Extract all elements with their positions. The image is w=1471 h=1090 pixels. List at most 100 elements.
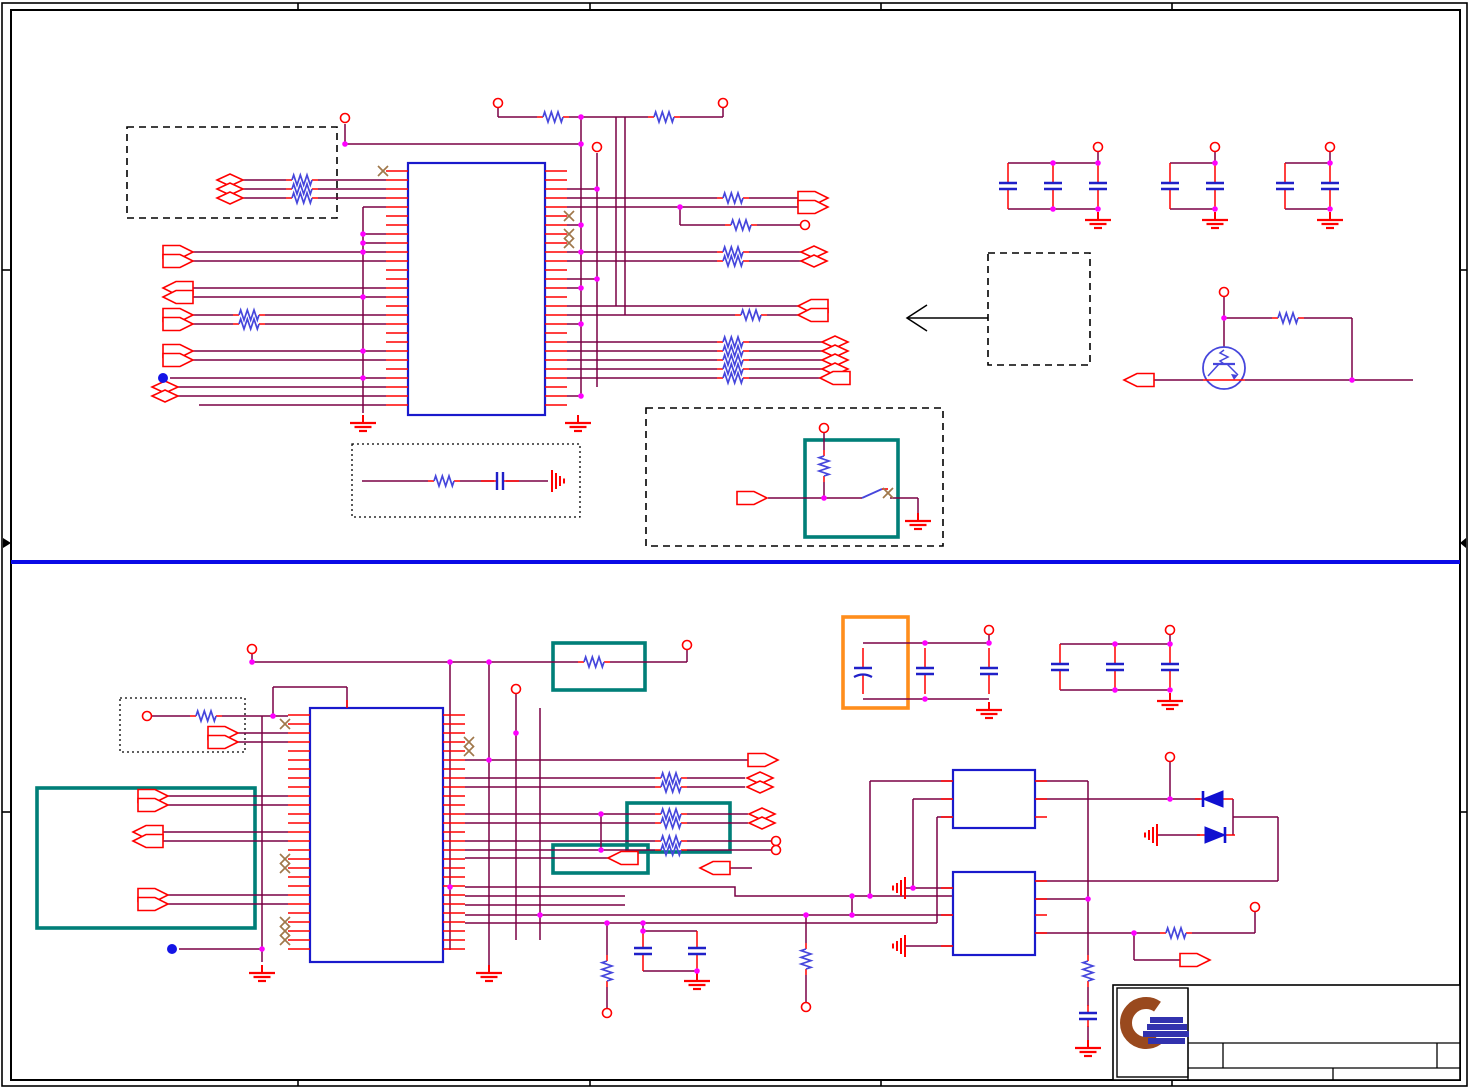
diode-icon bbox=[1201, 790, 1224, 808]
diode-icon bbox=[1204, 826, 1227, 844]
connector-diamond-icon bbox=[745, 780, 775, 794]
connector-arrow-icon bbox=[796, 307, 829, 323]
connector-arrow-icon bbox=[1179, 952, 1212, 968]
transistor-icon bbox=[1202, 346, 1246, 390]
diodes bbox=[1195, 790, 1235, 844]
resistor-zigzag bbox=[816, 455, 832, 477]
junction-dot bbox=[270, 713, 276, 719]
pin-circles bbox=[141, 97, 1336, 1019]
ic-body bbox=[951, 870, 1037, 957]
connector-arrow-icon bbox=[161, 289, 194, 305]
junction-dot bbox=[1112, 687, 1118, 693]
resistor-zigzag bbox=[238, 307, 260, 323]
power-pin-icon bbox=[510, 683, 522, 695]
junction-dot bbox=[578, 222, 584, 228]
resistor-zigzag bbox=[722, 361, 744, 377]
resistor-zigzag bbox=[722, 190, 744, 206]
resistor-zigzag bbox=[722, 370, 744, 386]
power-pin-icon bbox=[1164, 624, 1176, 636]
junction-dot bbox=[1212, 160, 1218, 166]
transistor-emitter-arrow bbox=[1231, 374, 1238, 380]
junction-dot bbox=[986, 640, 992, 646]
connector-diamond-icon bbox=[747, 816, 777, 830]
connector-arrow-icon bbox=[606, 850, 639, 866]
resistors bbox=[190, 109, 1304, 987]
capacitors bbox=[481, 163, 1339, 1027]
title-block bbox=[1112, 984, 1461, 1081]
junction-dot bbox=[360, 231, 366, 237]
transistor-base-resistor bbox=[1218, 349, 1230, 365]
power-pin-icon bbox=[492, 97, 504, 109]
power-pin-icon bbox=[1249, 901, 1261, 913]
ic-body bbox=[308, 706, 445, 964]
connector-arrows bbox=[131, 173, 1212, 968]
junction-dot bbox=[578, 249, 584, 255]
junction-dot bbox=[849, 893, 855, 899]
junction-dot bbox=[578, 285, 584, 291]
junction-dot bbox=[447, 884, 453, 890]
resistor-zigzag bbox=[722, 253, 744, 269]
resistor-zigzag bbox=[660, 806, 682, 822]
junction-dot bbox=[360, 294, 366, 300]
junction-dot bbox=[803, 912, 809, 918]
junction-dot bbox=[598, 847, 604, 853]
resistor-zigzag bbox=[542, 109, 564, 125]
junction-dot bbox=[342, 141, 348, 147]
power-pin-icon bbox=[681, 639, 693, 651]
resistor-zigzag bbox=[660, 833, 682, 849]
misc-symbols bbox=[158, 304, 1246, 954]
power-pin-icon bbox=[1218, 286, 1230, 298]
resistor-zigzag bbox=[1277, 310, 1299, 326]
resistor-zigzag bbox=[722, 244, 744, 260]
junction-dot bbox=[910, 885, 916, 891]
annotation-boxes bbox=[35, 126, 1091, 930]
junction-dot bbox=[578, 141, 584, 147]
dash-highlight-box bbox=[126, 126, 338, 219]
junction-dot bbox=[360, 240, 366, 246]
junction-dot bbox=[1349, 377, 1355, 383]
power-pin-icon bbox=[818, 422, 830, 434]
power-pin-icon bbox=[246, 643, 258, 655]
switch-blade bbox=[861, 488, 883, 499]
junction-dot bbox=[598, 811, 604, 817]
junction-dot bbox=[1112, 641, 1118, 647]
junction-dot bbox=[1327, 206, 1333, 212]
junction-dot bbox=[677, 204, 683, 210]
junction-dot bbox=[922, 696, 928, 702]
connector-arrow-icon bbox=[747, 752, 780, 768]
resistor-zigzag bbox=[1080, 960, 1096, 982]
connector-arrow-icon bbox=[162, 316, 195, 332]
connector-arrow-icon bbox=[131, 833, 164, 849]
junction-dot bbox=[578, 393, 584, 399]
resistor-zigzag bbox=[433, 473, 455, 489]
frame-inner bbox=[10, 9, 1461, 1081]
orange-highlight-box bbox=[841, 615, 910, 710]
junction-dot bbox=[513, 730, 519, 736]
net-dot bbox=[158, 373, 168, 383]
resistor-zigzag bbox=[722, 343, 744, 359]
junction-dot bbox=[537, 912, 543, 918]
center-mark bbox=[3, 538, 11, 548]
junction-dot bbox=[1131, 930, 1137, 936]
connector-arrow-icon bbox=[162, 253, 195, 269]
power-pin-icon bbox=[983, 624, 995, 636]
junction-dot bbox=[849, 912, 855, 918]
junction-dot bbox=[867, 893, 873, 899]
connector-arrow-icon bbox=[1122, 372, 1155, 388]
connector-arrow-icon bbox=[137, 797, 170, 813]
junction-dot bbox=[922, 640, 928, 646]
junction-dot bbox=[1212, 206, 1218, 212]
resistor-zigzag bbox=[798, 948, 814, 970]
junction-dot bbox=[1050, 206, 1056, 212]
connector-diamond-icon bbox=[799, 254, 829, 268]
power-pin-icon bbox=[770, 844, 782, 856]
junction-dot bbox=[1327, 160, 1333, 166]
junction-dot bbox=[486, 659, 492, 665]
junction-dot bbox=[578, 321, 584, 327]
ic-body bbox=[406, 161, 547, 417]
resistor-zigzag bbox=[1165, 925, 1187, 941]
teal-highlight-box bbox=[551, 641, 647, 692]
connector-diamond-icon bbox=[215, 191, 245, 205]
no-connects bbox=[279, 165, 894, 946]
junction-dot bbox=[694, 968, 700, 974]
